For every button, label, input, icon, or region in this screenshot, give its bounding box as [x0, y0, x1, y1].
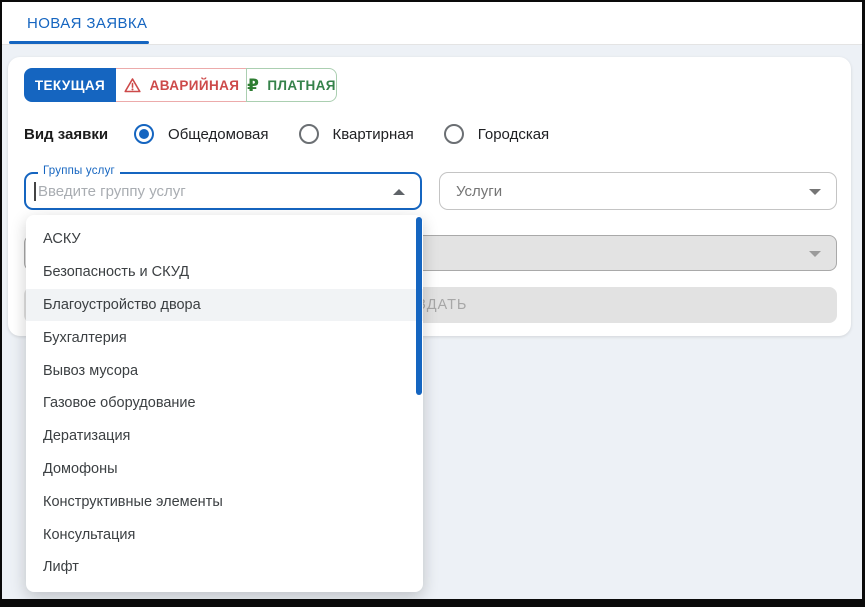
dropdown-option[interactable]: Конструктивные элементы — [26, 485, 423, 518]
app-window: НОВАЯ ЗАЯВКА ТЕКУЩАЯ АВАРИЙНАЯ ₽ ПЛАТНАЯ… — [0, 0, 865, 607]
type-paid-button[interactable]: ₽ ПЛАТНАЯ — [246, 68, 337, 102]
radio-apartment[interactable]: Квартирная — [299, 124, 414, 144]
dropdown-option[interactable]: АСКУ — [26, 223, 423, 256]
radio-city-label: Городская — [478, 126, 549, 143]
type-paid-label: ПЛАТНАЯ — [267, 78, 336, 93]
type-emergency-label: АВАРИЙНАЯ — [150, 78, 240, 93]
type-emergency-button[interactable]: АВАРИЙНАЯ — [116, 68, 247, 102]
dropdown-option[interactable]: Вывоз мусора — [26, 354, 423, 387]
radio-common-house[interactable]: Общедомовая — [134, 124, 268, 144]
services-select[interactable]: Услуги — [439, 172, 837, 210]
radio-button-icon — [299, 124, 319, 144]
radio-button-icon — [134, 124, 154, 144]
dropdown-option[interactable]: Лифт — [26, 551, 423, 584]
scrollbar-thumb[interactable] — [416, 217, 422, 395]
services-select-label: Услуги — [456, 173, 502, 209]
tab-active-indicator — [9, 41, 149, 44]
service-group-dropdown: АСКУ Безопасность и СКУД Благоустройство… — [26, 215, 423, 592]
dropdown-option[interactable]: Безопасность и СКУД — [26, 256, 423, 289]
radio-city[interactable]: Городская — [444, 124, 549, 144]
dropdown-option[interactable]: Благоустройство двора — [26, 289, 423, 322]
request-kind-label: Вид заявки — [24, 126, 108, 143]
dropdown-option[interactable]: Домофоны — [26, 453, 423, 486]
request-kind-row: Вид заявки Общедомовая Квартирная Городс… — [24, 121, 579, 147]
chevron-down-icon[interactable] — [809, 189, 821, 195]
chevron-up-icon[interactable] — [393, 189, 405, 195]
dropdown-option[interactable]: Дератизация — [26, 420, 423, 453]
dropdown-option[interactable]: Газовое оборудование — [26, 387, 423, 420]
dropdown-option[interactable]: Бухгалтерия — [26, 321, 423, 354]
service-group-combobox[interactable]: Группы услуг — [24, 172, 422, 210]
service-group-input[interactable] — [36, 174, 386, 208]
tab-new-request[interactable]: НОВАЯ ЗАЯВКА — [27, 2, 147, 45]
request-type-toggle: ТЕКУЩАЯ АВАРИЙНАЯ ₽ ПЛАТНАЯ — [24, 68, 337, 102]
ruble-icon: ₽ — [247, 77, 259, 94]
warning-icon — [123, 76, 142, 95]
radio-button-icon — [444, 124, 464, 144]
radio-apartment-label: Квартирная — [333, 126, 414, 143]
tab-bar: НОВАЯ ЗАЯВКА — [2, 2, 862, 45]
type-current-button[interactable]: ТЕКУЩАЯ — [24, 68, 116, 102]
dropdown-option[interactable]: Консультация — [26, 518, 423, 551]
chevron-down-icon — [809, 251, 821, 257]
radio-common-house-label: Общедомовая — [168, 126, 268, 143]
